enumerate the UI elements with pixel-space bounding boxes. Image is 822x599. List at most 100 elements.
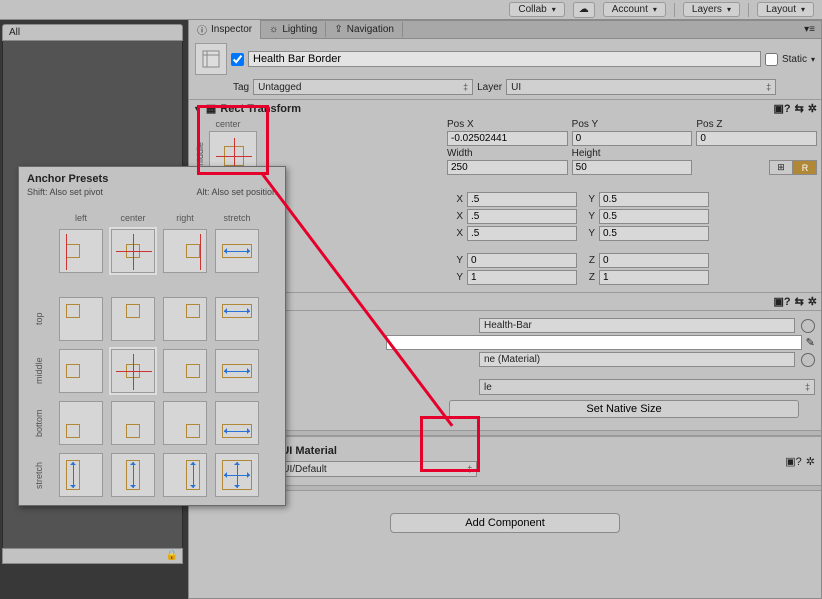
lock-icon[interactable]: 🔒	[166, 550, 178, 561]
posy-input[interactable]	[572, 131, 693, 146]
anchor-bottom-left[interactable]	[59, 401, 103, 445]
tab-lighting[interactable]: ☼Lighting	[261, 22, 326, 37]
vec-x-3[interactable]	[467, 226, 577, 241]
object-name-input[interactable]	[248, 51, 761, 67]
image-type-value: le	[484, 382, 492, 393]
tag-label: Tag	[233, 82, 249, 93]
vec-y-5[interactable]	[467, 270, 577, 285]
anchor-none-center[interactable]	[111, 229, 155, 273]
row-bottom: bottom	[34, 399, 44, 447]
shader-value: UI/Default	[282, 464, 326, 475]
vec-x-1[interactable]	[467, 192, 577, 207]
vec-y-3[interactable]	[599, 226, 709, 241]
posx-input[interactable]	[447, 131, 568, 146]
row-stretch: stretch	[34, 451, 44, 499]
preset-icon[interactable]: ⇆	[795, 295, 804, 308]
color-swatch[interactable]	[386, 335, 801, 350]
vec-y-1[interactable]	[599, 192, 709, 207]
tab-navigation[interactable]: ⇪ Navigation	[326, 22, 403, 37]
material-value: ne (Material)	[484, 354, 540, 365]
static-label: Static	[782, 54, 807, 65]
gear-icon[interactable]: ✲	[808, 295, 817, 308]
hierarchy-footer: 🔒	[2, 548, 183, 564]
anchor-bottom-center[interactable]	[111, 401, 155, 445]
help-icon[interactable]: ▣?	[773, 102, 790, 115]
posy-label: Pos Y	[572, 119, 693, 131]
layer-dropdown[interactable]: UI	[506, 79, 776, 95]
eyedropper-icon[interactable]: ✎	[806, 336, 815, 349]
object-picker-icon[interactable]	[801, 319, 815, 333]
vec-x-2[interactable]	[467, 209, 577, 224]
popup-title: Anchor Presets	[23, 171, 281, 187]
static-checkbox[interactable]	[765, 53, 778, 66]
collab-button[interactable]: Collab	[509, 2, 564, 17]
width-input[interactable]	[447, 160, 568, 175]
raw-edit-button[interactable]: R	[793, 160, 817, 175]
material-title: Default UI Material	[241, 445, 779, 457]
tab-inspector-label: Inspector	[211, 24, 252, 35]
col-center: center	[109, 213, 157, 223]
anchor-bottom-right[interactable]	[163, 401, 207, 445]
tag-dropdown[interactable]: Untagged	[253, 79, 473, 95]
anchor-stretch-center[interactable]	[111, 453, 155, 497]
anchor-top-center[interactable]	[111, 297, 155, 341]
alt-hint: Alt: Also set position	[196, 187, 277, 197]
static-dropdown-icon[interactable]: ▾	[811, 55, 815, 64]
layers-button[interactable]: Layers	[683, 2, 740, 17]
layout-button[interactable]: Layout	[757, 2, 814, 17]
tab-inspector[interactable]: ⓘ Inspector	[189, 20, 261, 39]
sprite-field[interactable]: Health-Bar	[479, 318, 795, 333]
anchor-none-left[interactable]	[59, 229, 103, 273]
rect-transform-header[interactable]: ▼ ▦ Rect Transform ▣? ⇆ ✲	[189, 100, 821, 117]
account-button[interactable]: Account	[603, 2, 666, 17]
layers-label: Layers	[692, 4, 722, 15]
vec-z-5[interactable]	[599, 270, 709, 285]
anchor-top-right[interactable]	[163, 297, 207, 341]
info-icon: ⓘ	[197, 22, 207, 37]
gear-icon[interactable]: ✲	[806, 455, 815, 468]
anchor-stretch-right[interactable]	[163, 453, 207, 497]
tab-menu-icon[interactable]: ▾≡	[798, 24, 821, 35]
hierarchy-search[interactable]: All	[2, 24, 183, 41]
tag-value: Untagged	[258, 82, 301, 93]
col-left: left	[57, 213, 105, 223]
row-middle: middle	[34, 347, 44, 395]
anchor-middle-center[interactable]	[111, 349, 155, 393]
material-field[interactable]: ne (Material)	[479, 352, 795, 367]
vec-y-2[interactable]	[599, 209, 709, 224]
anchor-top-stretch[interactable]	[215, 297, 259, 341]
preset-icon[interactable]: ⇆	[795, 102, 804, 115]
anchor-none-right[interactable]	[163, 229, 207, 273]
height-input[interactable]	[572, 160, 693, 175]
anchor-middle-left[interactable]	[59, 349, 103, 393]
anchor-middle-right[interactable]	[163, 349, 207, 393]
anchor-stretch-stretch[interactable]	[215, 453, 259, 497]
blueprint-button[interactable]: ⊞	[769, 160, 793, 175]
fold-icon[interactable]: ▼	[193, 104, 202, 114]
anchor-middle-stretch[interactable]	[215, 349, 259, 393]
vec-y-4[interactable]	[467, 253, 577, 268]
add-component-button[interactable]: Add Component	[390, 513, 620, 533]
enable-checkbox[interactable]	[231, 53, 244, 66]
anchor-bottom-stretch[interactable]	[215, 401, 259, 445]
set-native-size-button[interactable]: Set Native Size	[449, 400, 799, 418]
help-icon[interactable]: ▣?	[785, 455, 802, 468]
object-picker-icon[interactable]	[801, 353, 815, 367]
width-label: Width	[447, 148, 568, 160]
anchor-top-left[interactable]	[59, 297, 103, 341]
posx-label: Pos X	[447, 119, 568, 131]
vec-z-4[interactable]	[599, 253, 709, 268]
cloud-button[interactable]: ☁	[573, 2, 595, 18]
layer-value: UI	[511, 82, 521, 93]
gear-icon[interactable]: ✲	[808, 102, 817, 115]
posz-input[interactable]	[696, 131, 817, 146]
tab-lighting-label: Lighting	[282, 24, 317, 35]
anchor-none-stretch[interactable]	[215, 229, 259, 273]
help-icon[interactable]: ▣?	[773, 295, 790, 308]
tab-navigation-label: Navigation	[347, 24, 394, 35]
inspector-tabs: ⓘ Inspector ☼Lighting ⇪ Navigation ▾≡	[189, 21, 821, 39]
nav-icon: ⇪	[334, 24, 342, 35]
anchor-stretch-left[interactable]	[59, 453, 103, 497]
shader-dropdown[interactable]: UI/Default	[277, 461, 477, 477]
image-type-dropdown[interactable]: le	[479, 379, 815, 395]
